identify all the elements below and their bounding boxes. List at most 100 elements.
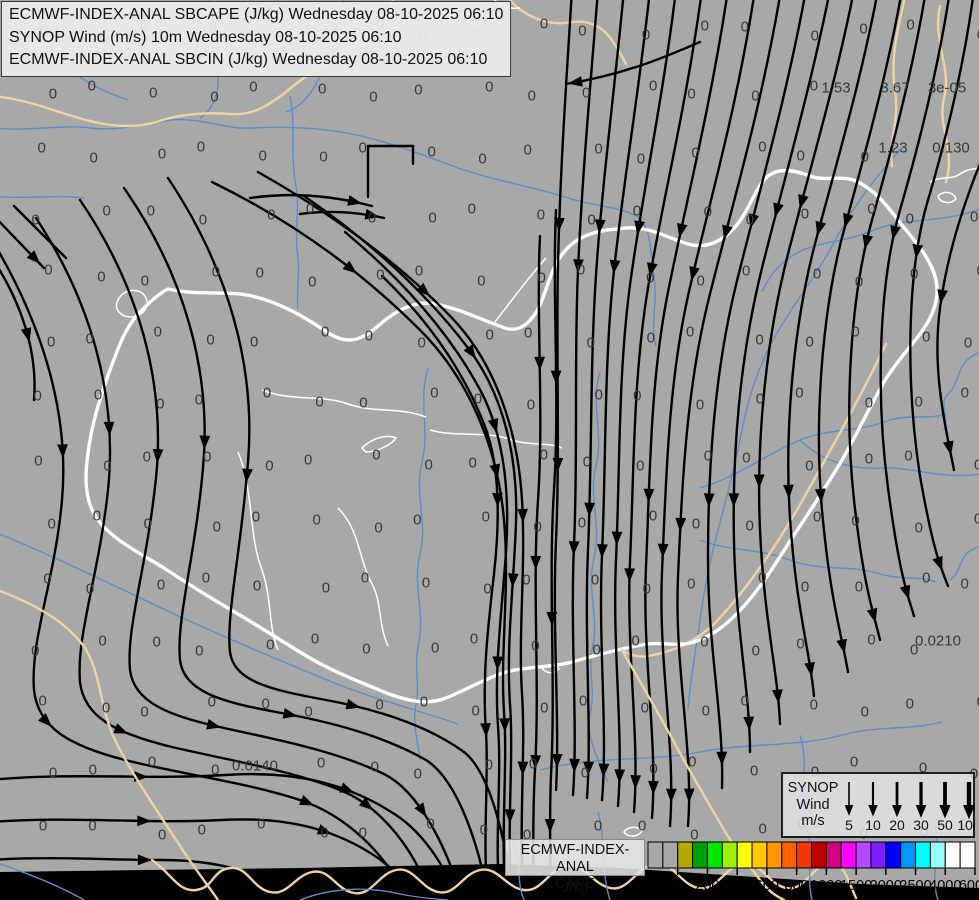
cape-color-cell (916, 842, 931, 868)
cape-tick-label: 200 (695, 878, 719, 894)
cape-tick-label: 1000 (810, 878, 842, 894)
wind-speed-arrows: 5 10 20 30 50100 (839, 776, 975, 838)
streamline-arrowhead (317, 824, 334, 839)
streamline-arrowhead (488, 418, 502, 434)
streamline-arrowhead (684, 789, 695, 803)
cape-tick-label: 2500 (899, 878, 931, 894)
streamline-arrowhead (517, 762, 528, 776)
streamline-arrowhead (241, 468, 253, 483)
streamline-arrowhead (860, 234, 874, 250)
streamline-arrowhead (795, 194, 809, 210)
streamline-arrowhead (499, 718, 510, 732)
streamline-arrowhead (137, 815, 151, 826)
streamline-arrowhead (504, 809, 515, 823)
cape-color-cell (812, 842, 827, 868)
streamline-arrowhead (770, 202, 784, 218)
streamline-arrowhead (206, 719, 222, 733)
cape-color-cell (648, 842, 663, 868)
cape-color-cell (737, 842, 752, 868)
cape-tick-label: 1500 (840, 878, 872, 894)
streamline-arrowhead (686, 266, 700, 282)
streamline-arrowhead (666, 789, 677, 803)
cape-colorbar: 0200400600800100015002000250040006000 (505, 838, 979, 900)
wind-legend-title-line3: m/s (785, 813, 841, 830)
streamline-arrowhead (743, 717, 755, 732)
streamline-arrowhead (572, 259, 583, 273)
wind-legend-title-line2: Wind (785, 797, 841, 814)
cape-color-cell (826, 842, 841, 868)
weather-map-screenshot: 0000000000000000000000000000000000000000… (0, 0, 979, 900)
streamline-arrowhead (657, 544, 668, 558)
streamline-arrowhead (643, 489, 654, 503)
cape-tick-label: 4000 (929, 878, 961, 894)
streamline-arrowheads-layer (21, 76, 956, 865)
cape-legend: ECMWF-INDEX-ANAL CAPE J/kg 0200400600800… (505, 838, 979, 900)
streamline-arrowhead (598, 763, 609, 777)
cape-color-cell (945, 842, 960, 868)
streamline-arrowhead (596, 544, 607, 558)
cape-color-cell (678, 842, 693, 868)
cape-color-cell (930, 842, 945, 868)
cape-color-cell (752, 842, 767, 868)
wind-legend-title-line1: SYNOP (785, 780, 841, 797)
streamline-arrowhead (138, 854, 152, 865)
streamline-arrowhead (534, 357, 545, 371)
wind-arrow-head (892, 805, 902, 817)
streamline-arrowhead (152, 449, 164, 464)
cape-color-cell (856, 842, 871, 868)
streamline-arrowhead (199, 435, 210, 449)
cape-color-cell (693, 842, 708, 868)
streamline-arrowhead (812, 221, 826, 237)
wind-speed-label: 20 (889, 817, 905, 833)
streamline-arrowhead (584, 503, 595, 517)
streamline-arrowhead (346, 699, 362, 713)
cape-color-cell (797, 842, 812, 868)
streamline-arrowhead (21, 327, 35, 343)
rivers-layer (0, 0, 979, 782)
streamline-arrowhead (900, 585, 914, 601)
wind-speed-label: 30 (913, 817, 929, 833)
streamline-arrowhead (675, 518, 686, 533)
streamline-arrowhead (104, 422, 115, 437)
streamline-arrowhead (716, 752, 727, 766)
title-line-sbcin: ECMWF-INDEX-ANAL SBCIN (J/kg) Wednesday … (9, 49, 503, 72)
cape-color-cell (841, 842, 856, 868)
streamline-arrowhead (583, 762, 594, 776)
cape-tick-label: 0 (674, 878, 682, 894)
wind-arrow-head (916, 805, 927, 818)
streamline-arrowhead (648, 781, 659, 795)
cape-color-cell (901, 842, 916, 868)
streamline-arrowhead (703, 493, 714, 507)
streamline-arrowhead (299, 795, 316, 810)
streamline-arrowhead (745, 213, 759, 229)
streamline-arrowhead (347, 195, 363, 209)
wind-speed-label: 100 (957, 817, 975, 833)
title-line-wind: SYNOP Wind (m/s) 10m Wednesday 08-10-202… (9, 27, 503, 50)
map-canvas (0, 0, 979, 900)
streamline-arrowhead (507, 573, 519, 588)
streamline-arrowhead (630, 775, 641, 789)
streamline-arrowhead (608, 260, 620, 275)
streamline-arrowhead (545, 819, 556, 833)
streamline-arrowhead (932, 556, 947, 573)
streamline-arrowhead (569, 759, 580, 773)
cape-tick-label: 400 (725, 878, 749, 894)
streamline-arrowhead (568, 541, 579, 555)
wind-speed-label: 10 (865, 817, 881, 833)
cape-color-cell (707, 842, 722, 868)
streamline-arrowhead (530, 556, 541, 570)
cape-color-cell (886, 842, 901, 868)
streamline-arrowhead (614, 769, 625, 783)
wind-legend-title: SYNOP Wind m/s (785, 780, 841, 830)
cape-tick-label: 600 (755, 878, 779, 894)
streamline-arrowhead (754, 474, 765, 488)
wind-speed-label: 50 (937, 817, 953, 833)
wind-speed-label: 5 (845, 817, 853, 833)
cape-color-cell (871, 842, 886, 868)
wind-legend: SYNOP Wind m/s 5 10 20 30 50100 (781, 772, 975, 838)
cape-tick-label: 2000 (870, 878, 902, 894)
streamline-arrowhead (113, 723, 130, 738)
wind-arrow-head (868, 805, 877, 817)
streamline-arrowhead (57, 444, 68, 458)
cape-color-cell (767, 842, 782, 868)
